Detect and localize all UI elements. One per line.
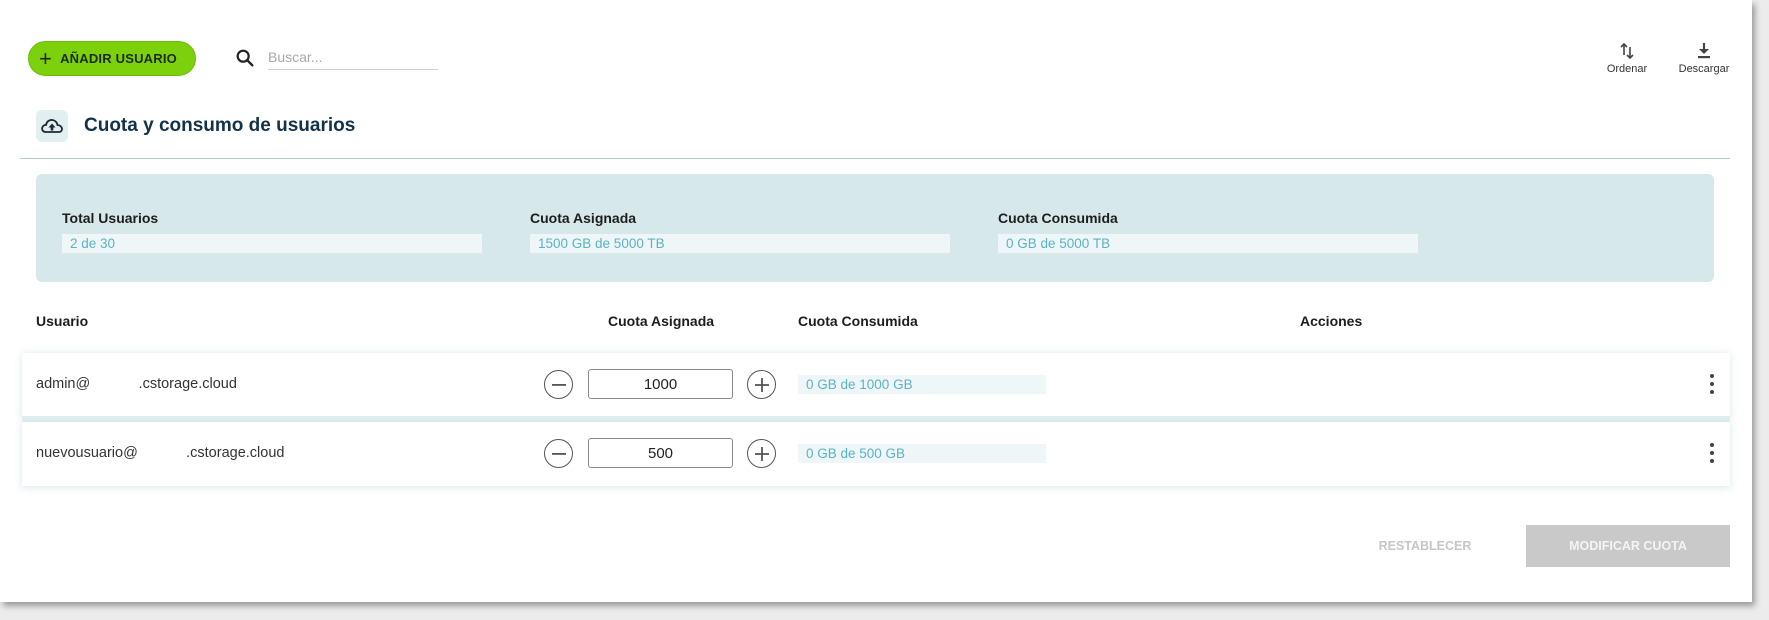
section-divider [20, 158, 1730, 159]
increase-quota-button[interactable] [747, 370, 776, 399]
add-user-label: AÑADIR USUARIO [60, 51, 177, 66]
sort-label: Ordenar [1606, 63, 1648, 75]
stat-total-users: Total Usuarios 2 de 30 [62, 210, 482, 253]
column-header-consumed: Cuota Consumida [798, 313, 918, 329]
download-icon [1698, 43, 1710, 59]
search-icon[interactable] [234, 47, 256, 69]
stat-label: Cuota Consumida [998, 210, 1118, 226]
quota-input[interactable] [588, 369, 733, 399]
stat-assigned-quota: Cuota Asignada 1500 GB de 5000 TB [530, 210, 950, 253]
cloud-upload-icon [36, 110, 68, 142]
stat-value: 0 GB de 5000 TB [998, 234, 1418, 253]
table-row: nuevousuario@ .cstorage.cloud 0 GB de 50… [22, 422, 1730, 486]
table-row: admin@ .cstorage.cloud 0 GB de 1000 GB [22, 353, 1730, 417]
column-header-assigned: Cuota Asignada [608, 313, 715, 329]
sort-icon [1620, 42, 1634, 60]
user-email: admin@ .cstorage.cloud [36, 376, 237, 392]
section-title: Cuota y consumo de usuarios [84, 115, 356, 136]
download-label: Descargar [1678, 63, 1730, 75]
stat-value: 1500 GB de 5000 TB [530, 234, 950, 253]
increase-quota-button[interactable] [747, 439, 776, 468]
minus-circle-icon [551, 383, 566, 386]
stat-consumed-quota: Cuota Consumida 0 GB de 5000 TB [998, 210, 1418, 253]
stat-label: Total Usuarios [62, 210, 159, 226]
summary-card: Total Usuarios 2 de 30 Cuota Asignada 15… [36, 174, 1714, 282]
stat-label: Cuota Asignada [530, 210, 637, 226]
sort-button[interactable]: Ordenar [1600, 42, 1654, 75]
download-button[interactable]: Descargar [1673, 42, 1735, 75]
stat-value: 2 de 30 [62, 234, 482, 253]
quota-input[interactable] [588, 438, 733, 468]
user-email: nuevousuario@ .cstorage.cloud [36, 445, 285, 461]
quota-panel: + AÑADIR USUARIO Ordenar Descargar Cuota… [0, 0, 1752, 602]
more-vertical-icon[interactable] [1708, 442, 1716, 466]
search-input[interactable] [268, 44, 438, 70]
column-header-actions: Acciones [1300, 313, 1363, 329]
reset-button[interactable]: RESTABLECER [1360, 525, 1490, 567]
plus-circle-icon [754, 446, 769, 461]
add-user-button[interactable]: + AÑADIR USUARIO [28, 41, 196, 76]
modify-quota-button[interactable]: MODIFICAR CUOTA [1526, 525, 1730, 567]
decrease-quota-button[interactable] [544, 439, 573, 468]
consumed-value: 0 GB de 1000 GB [798, 375, 1046, 394]
more-vertical-icon[interactable] [1708, 373, 1716, 397]
consumed-value: 0 GB de 500 GB [798, 444, 1046, 463]
plus-icon: + [39, 45, 53, 71]
minus-circle-icon [551, 452, 566, 455]
column-header-user: Usuario [36, 313, 89, 329]
plus-circle-icon [754, 377, 769, 392]
decrease-quota-button[interactable] [544, 370, 573, 399]
